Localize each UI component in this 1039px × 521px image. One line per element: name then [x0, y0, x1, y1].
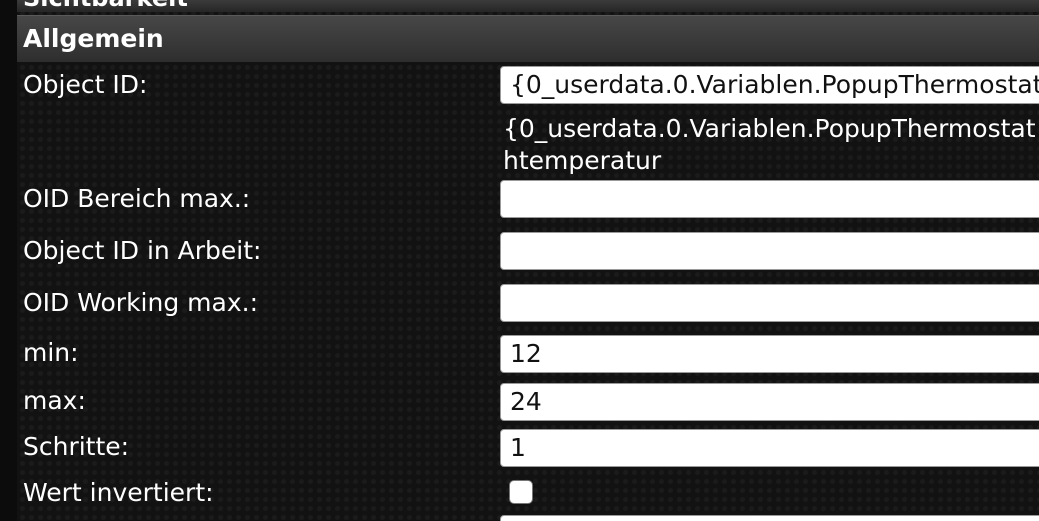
- oid-range-max-input[interactable]: [500, 180, 1039, 218]
- min-label: min:: [23, 338, 79, 367]
- max-input[interactable]: 24: [500, 383, 1039, 421]
- left-edge: [0, 0, 17, 521]
- group-title-general: Allgemein: [23, 24, 164, 53]
- oid-working-max-label: OID Working max.:: [23, 288, 258, 317]
- max-label: max:: [23, 386, 86, 415]
- steps-input[interactable]: 1: [500, 429, 1039, 467]
- object-id-resolved-text: {0_userdata.0.Variablen.PopupThermostat …: [503, 113, 1036, 177]
- object-id-resolved-line1: {0_userdata.0.Variablen.PopupThermostat: [503, 114, 1036, 143]
- object-id-resolved-line2: htemperatur: [503, 146, 662, 175]
- oid-working-max-input[interactable]: [500, 284, 1039, 322]
- object-id-label: Object ID:: [23, 70, 148, 99]
- object-id-working-label: Object ID in Arbeit:: [23, 236, 262, 265]
- next-field-input[interactable]: [500, 515, 1039, 521]
- group-title-visibility: Sichtbarkeit: [23, 0, 188, 12]
- group-header-general[interactable]: Allgemein: [17, 15, 1039, 62]
- oid-range-max-label: OID Bereich max.:: [23, 184, 251, 213]
- value-inverted-label: Wert invertiert:: [23, 478, 214, 507]
- min-input[interactable]: 12: [500, 335, 1039, 373]
- object-id-input[interactable]: {0_userdata.0.Variablen.PopupThermostat: [500, 66, 1039, 104]
- group-header-visibility[interactable]: Sichtbarkeit: [17, 0, 1039, 12]
- steps-label: Schritte:: [23, 432, 130, 461]
- object-id-working-input[interactable]: [500, 232, 1039, 270]
- value-inverted-checkbox[interactable]: [509, 480, 533, 504]
